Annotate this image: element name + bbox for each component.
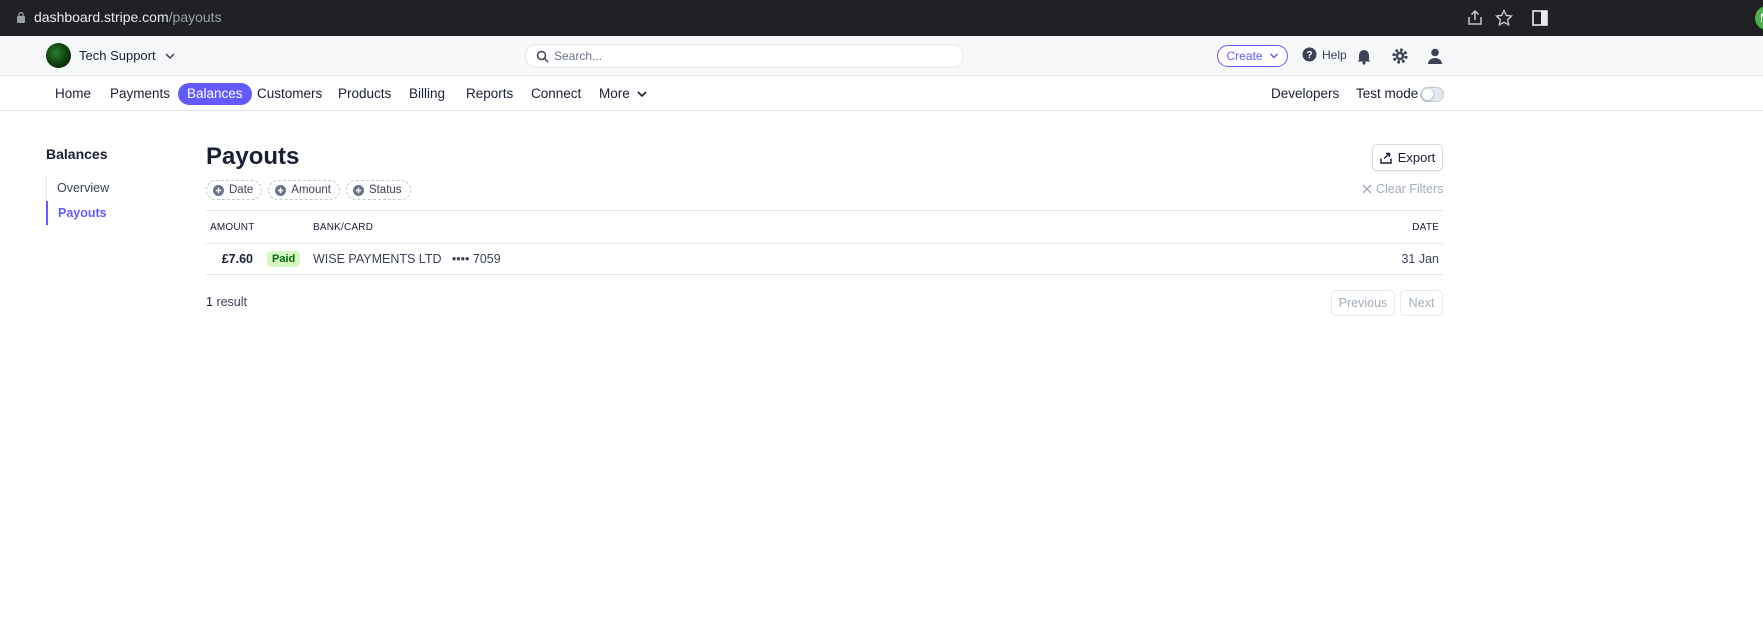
- toggle-knob: [1422, 89, 1433, 100]
- bookmark-star-icon[interactable]: [1494, 8, 1514, 28]
- address-bar[interactable]: dashboard.stripe.com/payouts: [34, 9, 222, 25]
- column-header-bank: BANK/CARD: [313, 222, 374, 233]
- nav-item-connect[interactable]: Connect: [522, 83, 590, 105]
- svg-text:?: ?: [1306, 50, 1312, 61]
- nav-item-balances[interactable]: Balances: [178, 83, 252, 105]
- clear-filters-button[interactable]: Clear Filters: [1362, 182, 1443, 196]
- sidebar-item-payouts[interactable]: Payouts: [46, 201, 176, 225]
- filter-chip-label: Amount: [291, 184, 331, 196]
- next-page-button[interactable]: Next: [1400, 290, 1443, 316]
- plus-circle-icon: [213, 184, 224, 196]
- result-count-number: 1: [206, 295, 213, 309]
- nav-item-reports[interactable]: Reports: [457, 83, 522, 105]
- bell-icon[interactable]: [1354, 46, 1374, 66]
- user-account-icon[interactable]: [1425, 46, 1445, 66]
- bank-name: WISE PAYMENTS LTD: [313, 252, 442, 266]
- dashboard-topbar: Tech Support Create ? Help: [0, 36, 1763, 76]
- search-icon: [536, 50, 549, 63]
- filter-chip-label: Status: [368, 184, 402, 196]
- status-badge: Paid: [267, 251, 301, 267]
- plus-circle-icon: [275, 184, 287, 196]
- help-icon: ?: [1302, 47, 1317, 62]
- bank-last4: •••• 7059: [451, 252, 501, 266]
- nav-item-home[interactable]: Home: [46, 83, 100, 105]
- plus-circle-icon: [352, 184, 364, 196]
- lock-icon: [17, 11, 25, 23]
- table-row[interactable]: £7.60 Paid WISE PAYMENTS LTD •••• 7059 3…: [206, 244, 1443, 275]
- search-box[interactable]: [525, 44, 964, 68]
- chevron-down-icon: [637, 91, 647, 98]
- page-title: Payouts: [206, 143, 300, 170]
- account-name: Tech Support: [79, 48, 156, 63]
- export-label: Export: [1397, 150, 1436, 165]
- help-button[interactable]: ? Help: [1302, 47, 1347, 62]
- sidebar-title: Balances: [46, 146, 108, 162]
- column-header-date[interactable]: DATE: [1412, 222, 1439, 233]
- filter-chip-date[interactable]: Date: [206, 180, 263, 200]
- nav-item-customers[interactable]: Customers: [248, 83, 331, 105]
- table-header: AMOUNT BANK/CARD DATE: [206, 210, 1443, 244]
- nav-more-label: More: [599, 86, 630, 101]
- result-count-label: result: [216, 295, 248, 309]
- result-count: 1 result: [206, 295, 247, 309]
- filter-chip-label: Date: [229, 184, 254, 196]
- search-input[interactable]: [554, 47, 954, 65]
- browser-profile-avatar[interactable]: M: [1755, 6, 1763, 30]
- nav-item-more[interactable]: More: [590, 83, 657, 105]
- nav-item-products[interactable]: Products: [329, 83, 400, 105]
- close-icon: [1362, 184, 1372, 194]
- filter-chip-status[interactable]: Status: [345, 180, 411, 200]
- export-icon: [1380, 152, 1392, 164]
- developers-link[interactable]: Developers: [1262, 83, 1348, 105]
- test-mode-toggle[interactable]: [1420, 87, 1444, 102]
- create-button-label: Create: [1226, 49, 1263, 63]
- sidebar-item-overview[interactable]: Overview: [47, 176, 176, 200]
- nav-item-billing[interactable]: Billing: [400, 83, 454, 105]
- filter-bar: Date Amount Status: [206, 180, 411, 200]
- previous-page-button[interactable]: Previous: [1331, 290, 1395, 316]
- create-button[interactable]: Create: [1217, 45, 1288, 67]
- payout-amount: £7.60: [221, 252, 253, 266]
- browser-toolbar: dashboard.stripe.com/payouts M: [0, 0, 1763, 36]
- chevron-down-icon: [165, 52, 175, 59]
- side-panel-icon[interactable]: [1530, 8, 1550, 28]
- nav-item-payments[interactable]: Payments: [101, 83, 179, 105]
- account-switcher[interactable]: Tech Support: [46, 43, 176, 68]
- account-logo: [46, 43, 71, 68]
- bank-account: WISE PAYMENTS LTD •••• 7059: [313, 252, 501, 266]
- column-header-amount[interactable]: AMOUNT: [210, 222, 255, 233]
- help-label: Help: [1322, 47, 1347, 62]
- url-path: /payouts: [168, 9, 222, 25]
- filter-chip-amount[interactable]: Amount: [268, 180, 340, 200]
- gear-icon[interactable]: [1390, 46, 1410, 66]
- payouts-table: AMOUNT BANK/CARD DATE £7.60 Paid WISE PA…: [206, 210, 1443, 275]
- sidebar-menu: Overview Payouts: [46, 176, 176, 226]
- url-host: dashboard.stripe.com: [34, 9, 169, 25]
- share-icon[interactable]: [1465, 8, 1485, 28]
- export-button[interactable]: Export: [1372, 144, 1443, 171]
- chevron-down-icon: [1269, 53, 1278, 59]
- clear-filters-label: Clear Filters: [1376, 182, 1444, 196]
- main-navigation: Home Payments Balances Customers Product…: [0, 77, 1763, 111]
- payout-date: 31 Jan: [1401, 252, 1439, 266]
- test-mode-label: Test mode: [1356, 86, 1419, 101]
